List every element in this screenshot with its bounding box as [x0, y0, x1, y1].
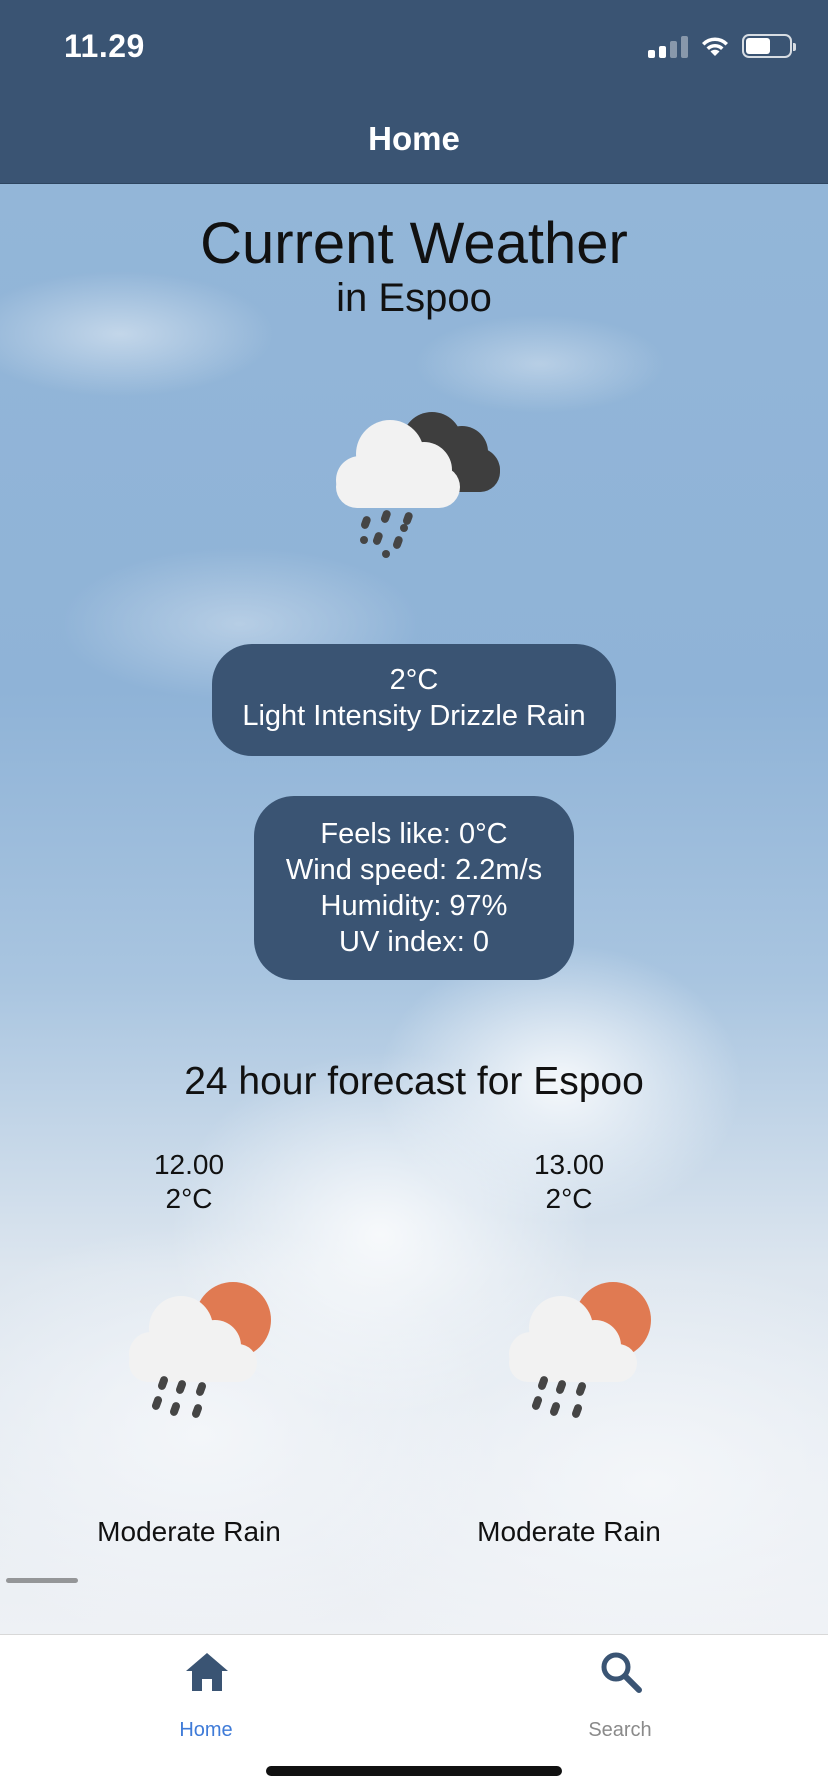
cloud-drizzle-night-icon	[336, 412, 500, 558]
cloud-rain-sun-icon	[129, 1282, 271, 1418]
forecast-time: 12.00	[153, 1149, 225, 1180]
horizontal-scrollbar[interactable]	[6, 1578, 78, 1583]
page-title: Current Weather	[200, 211, 628, 276]
tab-home-label: Home	[179, 1719, 233, 1741]
status-time: 11.29	[64, 28, 145, 64]
wind-speed: Wind speed: 2.2m/s	[285, 854, 543, 886]
wifi-icon	[702, 37, 728, 56]
cellular-signal-icon	[648, 34, 688, 58]
tab-home[interactable]: Home	[106, 1635, 306, 1755]
uv-index: UV index: 0	[339, 926, 489, 958]
forecast-title: 24 hour forecast for Espoo	[184, 1060, 644, 1103]
forecast-item: 12.00 2°C Moderate Rain	[39, 1148, 339, 1547]
current-conditions-card: 2°C Light Intensity Drizzle Rain	[212, 644, 616, 756]
humidity: Humidity: 97%	[320, 890, 508, 922]
current-description: Light Intensity Drizzle Rain	[242, 700, 586, 732]
status-icons	[648, 34, 796, 58]
home-icon	[186, 1653, 228, 1691]
cloud-rain-sun-icon	[509, 1282, 651, 1418]
battery-icon	[742, 34, 796, 58]
tab-search[interactable]: Search	[520, 1635, 720, 1755]
forecast-time: 13.00	[533, 1149, 605, 1180]
forecast-description: Moderate Rain	[97, 1516, 281, 1547]
nav-title: Home	[368, 120, 460, 157]
forecast-description: Moderate Rain	[477, 1516, 661, 1547]
tab-search-label: Search	[588, 1719, 652, 1741]
forecast-temp: 2°C	[165, 1183, 213, 1214]
feels-like: Feels like: 0°C	[320, 818, 508, 850]
forecast-temp: 2°C	[545, 1183, 593, 1214]
search-icon	[601, 1652, 642, 1693]
weather-details-card: Feels like: 0°C Wind speed: 2.2m/s Humid…	[254, 796, 574, 980]
app-header: 11.29 Home	[0, 0, 828, 184]
home-indicator[interactable]	[266, 1766, 562, 1776]
forecast-item: 13.00 2°C Moderate Rain	[419, 1148, 719, 1547]
location-subtitle: in Espoo	[336, 276, 492, 320]
current-temperature: 2°C	[389, 664, 439, 696]
